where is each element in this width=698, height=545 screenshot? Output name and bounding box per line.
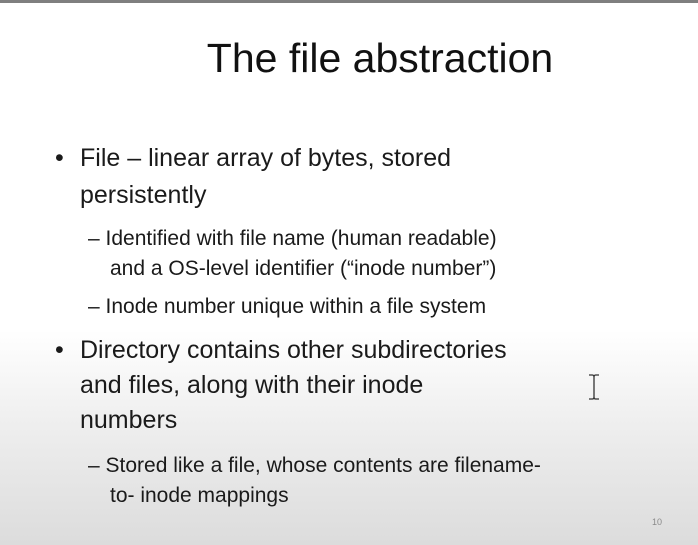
sub-bullet-identified: – Identified with file name (human reada… bbox=[88, 224, 497, 284]
sub-bullet-inode-unique: – Inode number unique within a file syst… bbox=[88, 292, 486, 322]
slide-top-border bbox=[0, 0, 698, 3]
bullet-dot: • bbox=[55, 144, 64, 172]
bullet-file-text: File – linear array of bytes, stored per… bbox=[80, 142, 451, 211]
sub-bullet-stored-like-file: – Stored like a file, whose contents are… bbox=[88, 451, 541, 511]
bullet-dot: • bbox=[55, 336, 64, 364]
bullet-file-line-2: persistently bbox=[80, 181, 207, 209]
bullet-directory-line-2: and files, along with their inode bbox=[80, 371, 424, 399]
slide-title: The file abstraction bbox=[206, 35, 554, 81]
text-cursor-icon bbox=[589, 374, 599, 400]
bullet-file-line-1: File – linear array of bytes, stored bbox=[80, 144, 451, 172]
sub-bullet-stored-line-1: – Stored like a file, whose contents are… bbox=[88, 454, 541, 477]
sub-bullet-identified-line-1: – Identified with file name (human reada… bbox=[88, 227, 497, 250]
page-number: 10 bbox=[652, 517, 663, 527]
sub-bullet-inode-unique-line-1: – Inode number unique within a file syst… bbox=[88, 295, 487, 318]
bullet-directory-text: Directory contains other subdirectories … bbox=[80, 334, 507, 436]
sub-bullet-stored-line-2: to- inode mappings bbox=[110, 484, 289, 507]
bullet-directory-line-3: numbers bbox=[80, 406, 178, 434]
slide: The file abstraction • File – linear arr… bbox=[0, 0, 698, 545]
sub-bullet-identified-line-2: and a OS-level identifier (“inode number… bbox=[110, 257, 497, 280]
bullet-directory-line-1: Directory contains other subdirectories bbox=[80, 336, 507, 364]
